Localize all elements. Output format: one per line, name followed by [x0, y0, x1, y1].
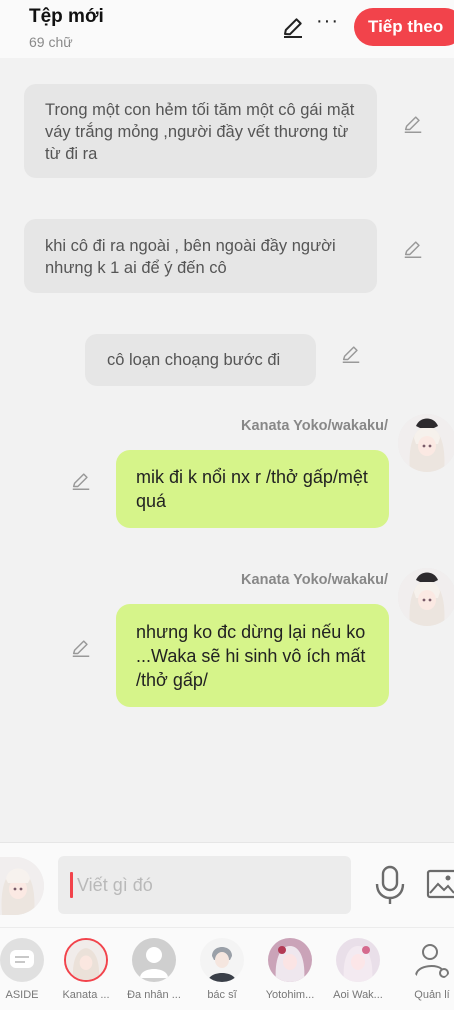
message-input[interactable]: Viết gì đó [58, 856, 351, 914]
narration-text: khi cô đi ra ngoài , bên ngoài đầy người… [45, 237, 336, 277]
speaker-name: Kanata Yoko/wakaku/ [241, 572, 388, 588]
edit-icon[interactable] [402, 113, 424, 135]
character-aoi-waka[interactable]: Aoi Wak... [326, 938, 390, 1001]
character-da-nhan[interactable]: Đa nhân ... [122, 938, 186, 1001]
character-name: ASIDE [5, 989, 39, 1001]
character-yotohime[interactable]: Yotohim... [258, 938, 322, 1001]
anime-girl-avatar [336, 938, 380, 982]
anime-girl-avatar [268, 938, 312, 982]
speech-text: mik đi k nổi nx r /thở gấp/mệt quá [136, 467, 368, 511]
character-manager[interactable]: Quản lí [400, 938, 454, 1001]
microphone-icon[interactable] [372, 865, 408, 905]
character-bac-si[interactable]: bác sĩ [190, 938, 254, 1001]
narration-text: Trong một con hẻm tối tăm một cô gái mặt… [45, 101, 355, 163]
chat-area[interactable]: Trong một con hẻm tối tăm một cô gái mặt… [0, 58, 454, 842]
user-settings-icon [410, 938, 454, 982]
edit-icon[interactable] [340, 343, 362, 365]
character-aside[interactable]: ASIDE [0, 938, 54, 1001]
message-input-bar: Viết gì đó [0, 842, 454, 927]
narration-bubble[interactable]: khi cô đi ra ngoài , bên ngoài đầy người… [24, 219, 377, 293]
narration-text: cô loạn choạng bước đi [107, 351, 281, 369]
speech-bubble[interactable]: mik đi k nổi nx r /thở gấp/mệt quá [116, 450, 389, 528]
speaker-avatar[interactable] [398, 568, 454, 626]
top-bar: Tệp mới 69 chữ ··· Tiếp theo [0, 0, 454, 58]
word-count: 69 chữ [29, 34, 73, 50]
speaker-avatar[interactable] [398, 414, 454, 472]
character-name: Quản lí [414, 989, 450, 1001]
speaker-name: Kanata Yoko/wakaku/ [241, 418, 388, 434]
next-button[interactable]: Tiếp theo [354, 8, 454, 46]
character-name: Aoi Wak... [333, 989, 383, 1001]
narration-bubble[interactable]: cô loạn choạng bước đi [85, 334, 316, 386]
text-cursor [70, 872, 73, 898]
edit-icon[interactable] [402, 238, 424, 260]
character-name: bác sĩ [207, 989, 237, 1001]
person-silhouette-icon [132, 938, 176, 982]
character-kanata[interactable]: Kanata ... [54, 938, 118, 1001]
speech-bubble[interactable]: nhưng ko đc dừng lại nếu ko ...Waka sẽ h… [116, 604, 389, 707]
character-name: Yotohim... [265, 989, 315, 1001]
input-placeholder: Viết gì đó [77, 874, 153, 895]
anime-boy-avatar [200, 938, 244, 982]
image-icon[interactable] [426, 869, 454, 899]
speech-text: nhưng ko đc dừng lại nếu ko ...Waka sẽ h… [136, 622, 366, 690]
character-name: Kanata ... [62, 989, 110, 1001]
document-title: Tệp mới [29, 6, 104, 27]
chat-bubble-icon [0, 938, 44, 982]
character-selector: ASIDE Kanata ... Đa nhân ... bác sĩ Yoto… [0, 927, 454, 1010]
anime-girl-avatar [64, 938, 108, 982]
edit-icon[interactable] [70, 470, 92, 492]
current-character-avatar[interactable] [0, 857, 44, 915]
narration-bubble[interactable]: Trong một con hẻm tối tăm một cô gái mặt… [24, 84, 377, 178]
edit-title-icon[interactable] [281, 15, 305, 39]
edit-icon[interactable] [70, 637, 92, 659]
more-options-icon[interactable]: ··· [316, 10, 339, 33]
character-name: Đa nhân ... [127, 989, 181, 1001]
